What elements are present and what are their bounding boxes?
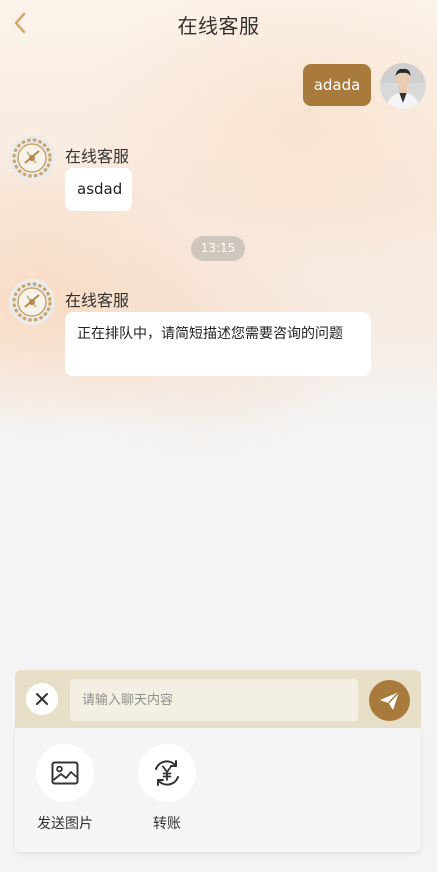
close-icon bbox=[36, 693, 48, 705]
tool-icon-circle bbox=[138, 744, 196, 802]
send-button[interactable] bbox=[369, 680, 410, 721]
gear-logo-icon bbox=[9, 135, 55, 181]
chat-input[interactable] bbox=[70, 679, 358, 721]
yuan-transfer-icon bbox=[155, 760, 179, 786]
tool-label: 转账 bbox=[153, 816, 181, 832]
header-bar: 在线客服 bbox=[0, 0, 437, 46]
agent-avatar[interactable] bbox=[9, 279, 55, 325]
paper-plane-icon bbox=[380, 691, 400, 710]
message-bubble-me[interactable]: adada bbox=[303, 64, 371, 106]
time-divider: 13:15 bbox=[191, 236, 245, 261]
page-title: 在线客服 bbox=[177, 14, 260, 38]
message-text: adada bbox=[313, 76, 361, 94]
message-text: 正在排队中，请简短描述您需要咨询的问题 bbox=[77, 326, 343, 342]
image-icon bbox=[51, 761, 79, 785]
agent-name: 在线客服 bbox=[65, 291, 130, 310]
agent-avatar[interactable] bbox=[9, 135, 55, 181]
user-photo-icon bbox=[380, 63, 426, 109]
message-bubble-agent[interactable]: asdad bbox=[65, 168, 132, 211]
tools-panel: 发送图片 转账 bbox=[15, 728, 421, 852]
agent-name: 在线客服 bbox=[65, 147, 130, 166]
tool-icon-circle bbox=[36, 744, 94, 802]
send-image-button[interactable]: 发送图片 bbox=[25, 744, 105, 833]
message-bubble-agent[interactable]: 正在排队中，请简短描述您需要咨询的问题 bbox=[65, 312, 371, 376]
transfer-button[interactable]: 转账 bbox=[127, 744, 207, 833]
message-composer bbox=[15, 670, 421, 728]
close-button[interactable] bbox=[26, 683, 58, 715]
tool-label: 发送图片 bbox=[37, 816, 93, 832]
gear-logo-icon bbox=[9, 279, 55, 325]
message-text: asdad bbox=[77, 180, 123, 198]
user-avatar[interactable] bbox=[380, 63, 426, 109]
